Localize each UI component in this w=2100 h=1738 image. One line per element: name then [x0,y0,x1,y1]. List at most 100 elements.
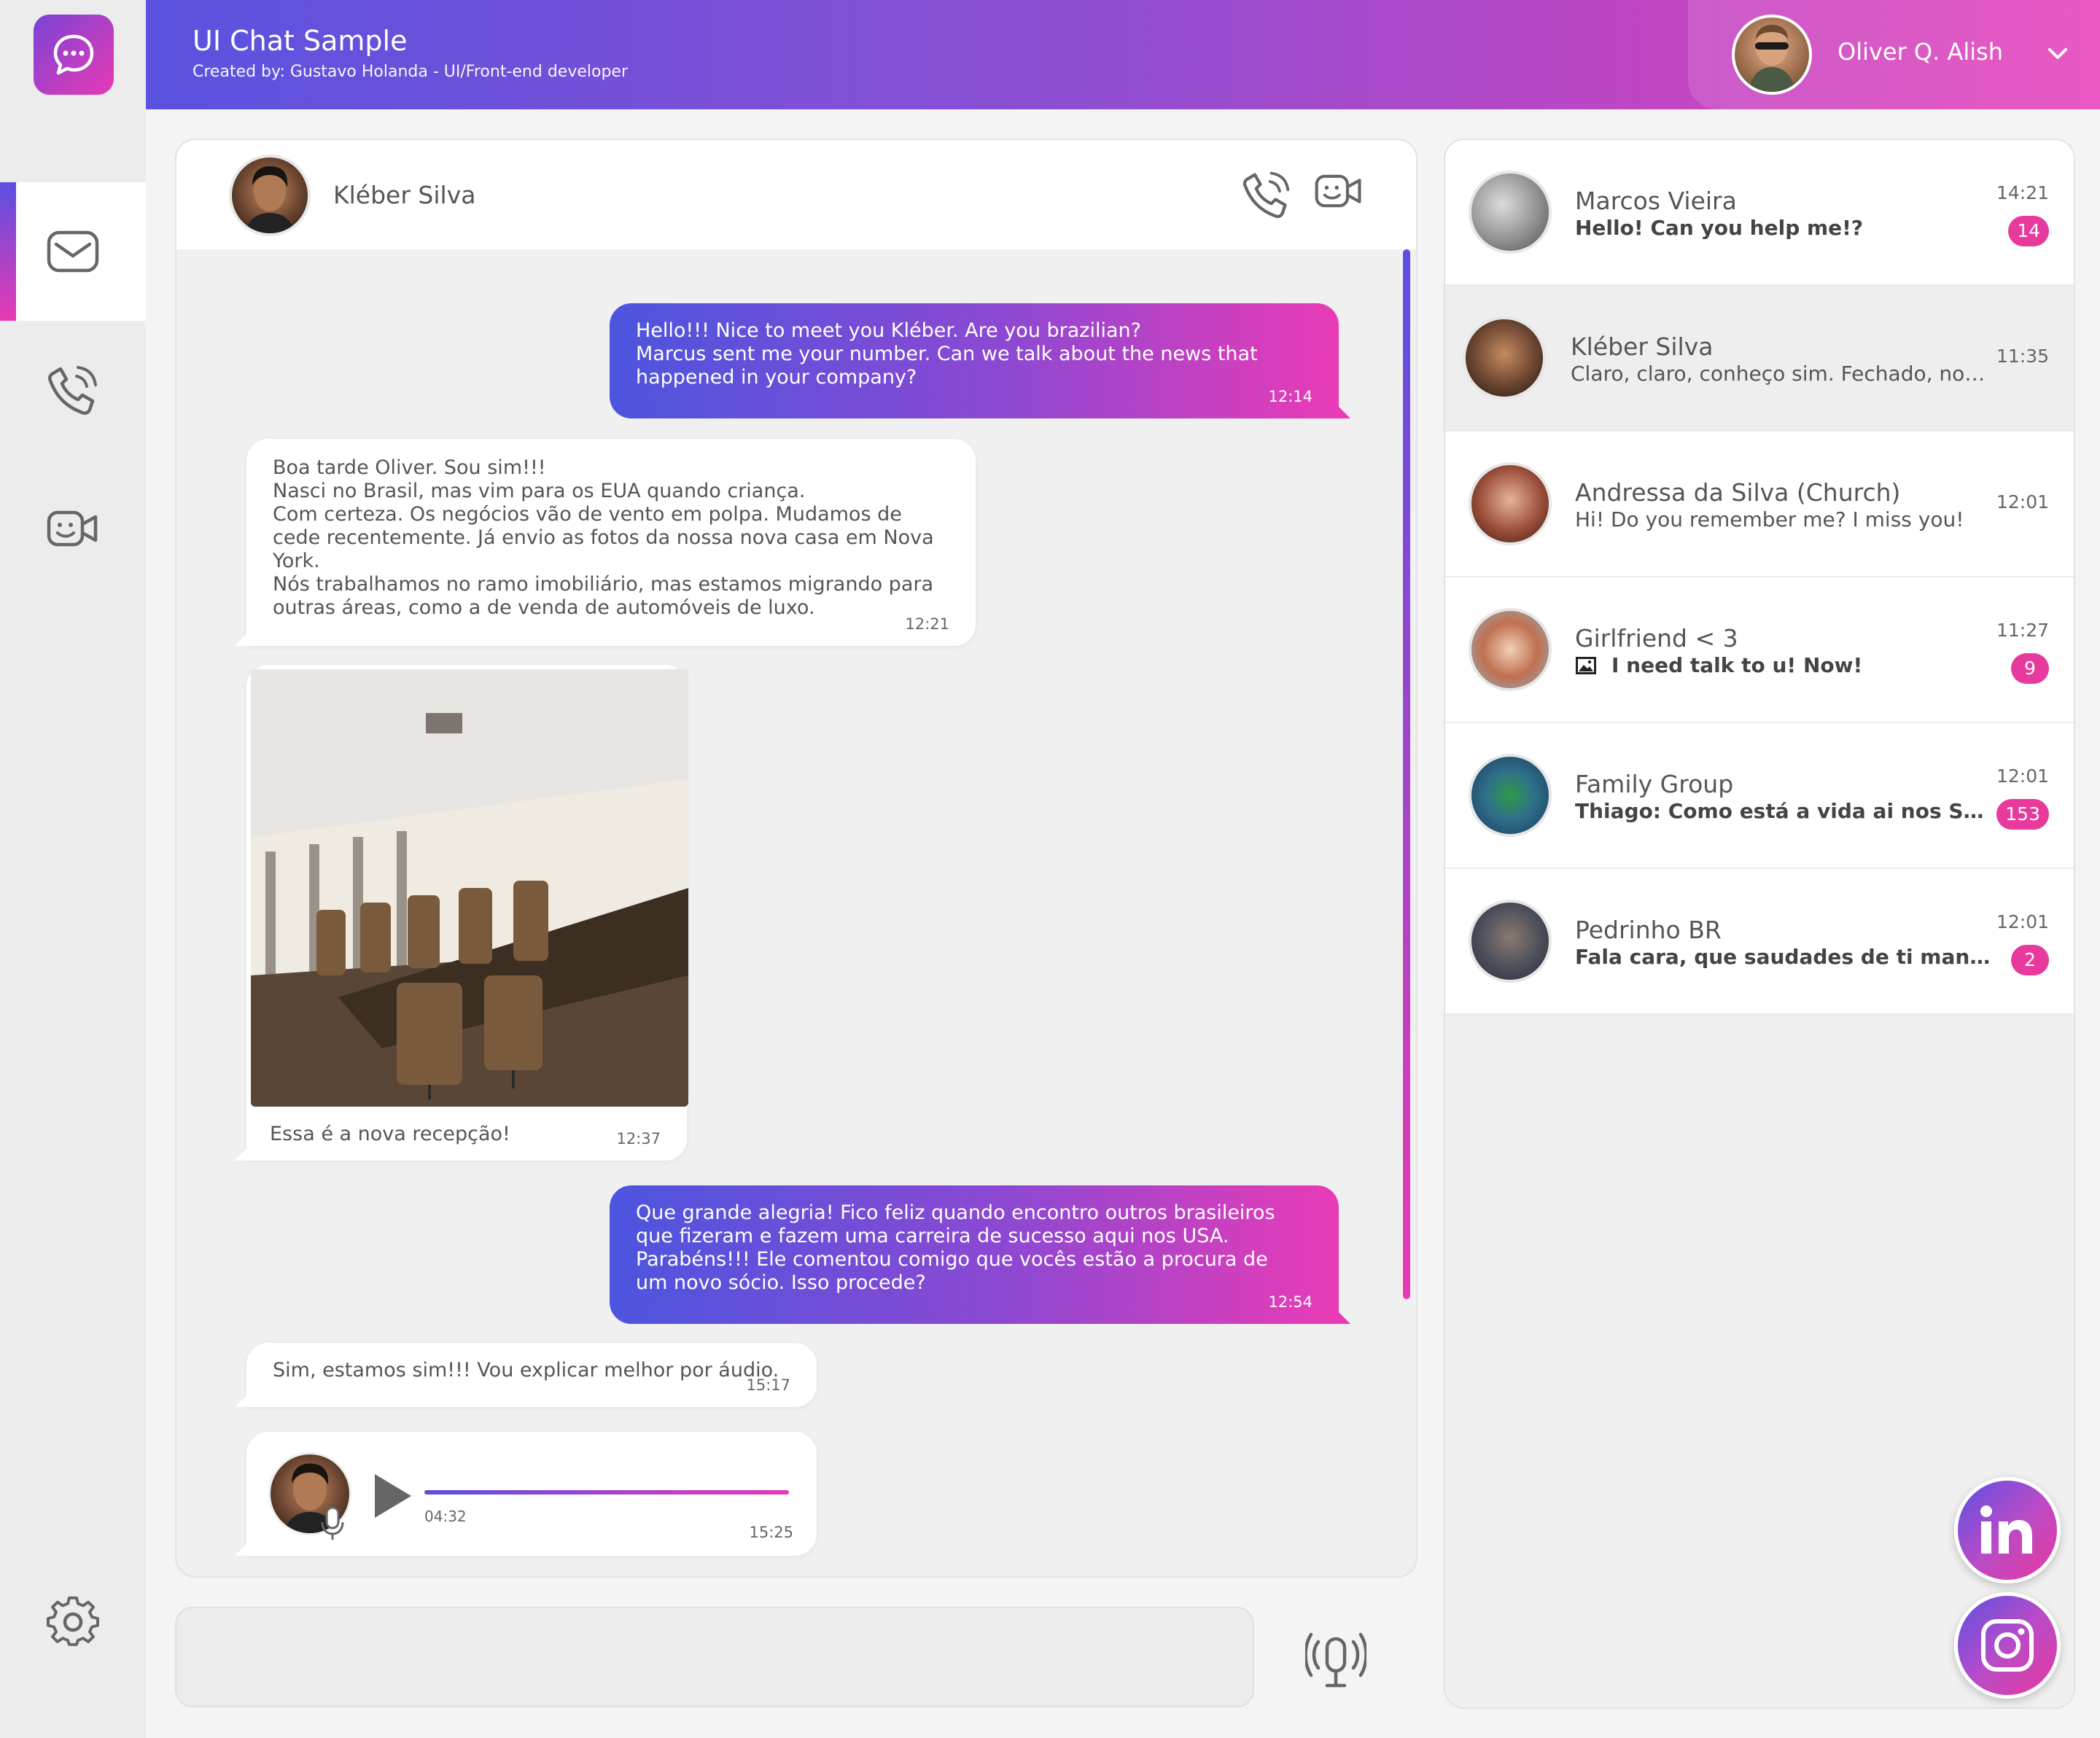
message-line: outras áreas, como a de venda de automóv… [273,596,815,619]
mail-icon [47,230,99,273]
message-line: Sim, estamos sim!!! Vou explicar melhor … [273,1359,779,1382]
shared-photo[interactable] [251,669,688,1107]
message-outgoing: Que grande alegria! Fico feliz quando en… [610,1185,1350,1324]
conversation-preview: Hi! Do you remember me? I miss you! [1575,507,1964,531]
message-image: Essa é a nova recepção! 12:37 [235,665,688,1161]
conference-room-photo [251,669,688,1107]
phone-call-icon[interactable] [1241,169,1292,220]
message-line: que fizeram e fazem uma carreira de suce… [636,1225,1229,1247]
chat-header: Kléber Silva [176,140,1416,249]
message-line: Parabéns!!! Ele comentou comigo que você… [636,1248,1268,1271]
user-avatar [1732,15,1812,95]
app-credit: Created by: Gustavo Holanda - UI/Front-e… [192,63,628,81]
message-line: Nasci no Brasil, mas vim para os EUA qua… [273,480,806,502]
conversation-preview-text: I need talk to u! Now! [1611,653,1863,677]
conversation-item[interactable]: Andressa da Silva (Church) Hi! Do you re… [1445,432,2074,577]
conversation-item[interactable]: Marcos Vieira Hello! Can you help me!? 1… [1445,140,2074,286]
conversation-preview: Hello! Can you help me!? [1575,216,1864,240]
video-icon [47,510,98,547]
message-line: Com certeza. Os negócios vão de vento em… [273,503,902,526]
message-line: Boa tarde Oliver. Sou sim!!! [273,456,546,479]
message-time: 12:37 [616,1130,661,1147]
unread-badge: 9 [2011,653,2049,684]
conversation-preview: Fala cara, que saudades de ti man! Quand… [1575,945,1991,969]
message-line: um novo sócio. Isso procede? [636,1271,926,1294]
app-logo[interactable] [34,15,114,95]
conversation-avatar [1469,462,1552,545]
message-time: 15:17 [746,1376,790,1394]
audio-duration: 04:32 [424,1508,467,1525]
message-incoming: Sim, estamos sim!!! Vou explicar melhor … [235,1343,817,1407]
conversation-item[interactable]: Family Group Thiago: Como está a vida ai… [1445,723,2074,869]
conversation-avatar [1469,171,1552,254]
unread-badge: 153 [1996,799,2049,830]
conversation-avatar [1469,608,1552,691]
conversation-name: Family Group [1575,770,1734,798]
nav-settings[interactable] [0,1553,146,1691]
record-audio-icon[interactable] [1305,1626,1366,1696]
user-photo [1749,25,1794,92]
message-line: Marcus sent me your number. Can we talk … [636,343,1258,365]
nav-calls[interactable] [0,321,146,459]
conversation-time: 12:01 [1996,765,2049,787]
unread-badge: 2 [2011,945,2049,975]
conversation-time: 11:35 [1996,346,2049,367]
nav-video[interactable] [0,459,146,598]
play-icon[interactable] [372,1473,413,1519]
nav-messages[interactable] [0,182,146,321]
image-caption: Essa é a nova recepção! [270,1123,510,1145]
conversation-time: 11:27 [1996,620,2049,641]
conversation-item[interactable]: Kléber Silva Claro, claro, conheço sim. … [1445,286,2074,432]
conversation-item[interactable]: Girlfriend < 3 I need talk to u! Now! 11… [1445,577,2074,723]
message-input[interactable] [176,1608,1253,1706]
message-line: Nós trabalhamos no ramo imobiliário, mas… [273,573,934,596]
chat-panel: Kléber Silva Hello!!! Nice to meet you K… [175,139,1418,1578]
conversation-name: Pedrinho BR [1575,916,1722,944]
contact-avatar[interactable] [229,155,311,236]
conversation-avatar [1463,316,1546,400]
linkedin-icon [1980,1505,2032,1554]
chevron-down-icon[interactable] [2045,41,2070,66]
audio-progress-track[interactable] [424,1490,789,1495]
message-line: York. [273,550,320,572]
instagram-button[interactable] [1954,1592,2061,1699]
conversation-time: 12:01 [1996,911,2049,932]
message-time: 12:21 [905,615,949,633]
user-name: Oliver Q. Alish [1838,38,2004,66]
message-time: 12:54 [1268,1293,1312,1311]
message-audio: 04:32 15:25 [235,1432,817,1556]
conversation-item[interactable]: Pedrinho BR Fala cara, que saudades de t… [1445,869,2074,1015]
message-incoming: Boa tarde Oliver. Sou sim!!! Nasci no Br… [235,439,976,646]
conversation-name: Andressa da Silva (Church) [1575,478,1901,507]
message-line: Que grande alegria! Fico feliz quando en… [636,1201,1275,1224]
contact-photo [245,166,295,233]
conversation-name: Marcos Vieira [1575,187,1737,215]
chat-scrollbar[interactable] [1403,249,1410,1299]
instagram-icon [1981,1619,2034,1672]
message-line: Hello!!! Nice to meet you Kléber. Are yo… [636,319,1141,342]
sidebar [0,0,146,1738]
message-time: 12:14 [1268,388,1312,405]
contact-name: Kléber Silva [333,181,476,209]
app-title: UI Chat Sample [192,25,408,57]
unread-badge: 14 [2008,216,2049,246]
conversation-name: Girlfriend < 3 [1575,624,1738,652]
conversation-list: Marcos Vieira Hello! Can you help me!? 1… [1444,139,2075,1709]
conversation-preview: I need talk to u! Now! [1575,653,1991,677]
top-header: UI Chat Sample Created by: Gustavo Holan… [146,0,2100,109]
chat-bubble-icon [53,34,94,75]
video-call-icon[interactable] [1314,171,1364,211]
user-menu[interactable]: Oliver Q. Alish [1688,0,2100,109]
phone-icon [47,366,97,416]
message-time: 15:25 [749,1524,793,1541]
conversation-name: Kléber Silva [1571,332,1714,361]
conversation-avatar [1469,754,1552,837]
message-outgoing: Hello!!! Nice to meet you Kléber. Are yo… [610,303,1350,418]
conversation-preview: Claro, claro, conheço sim. Fechado, nos … [1571,362,1992,386]
message-line: happened in your company? [636,366,917,389]
linkedin-button[interactable] [1954,1477,2061,1583]
conversation-time: 12:01 [1996,491,2049,513]
image-icon [1576,656,1596,674]
microphone-icon [321,1506,344,1540]
message-line: cede recentemente. Já envio as fotos da … [273,526,934,549]
